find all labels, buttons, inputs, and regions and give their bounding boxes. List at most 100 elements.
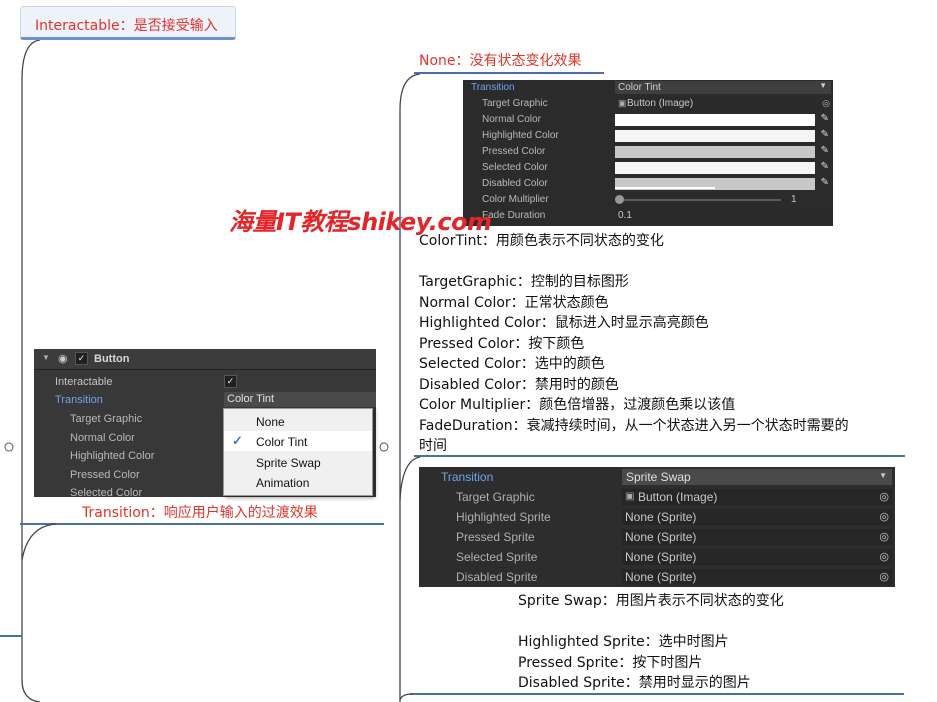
- target-graphic-row[interactable]: Target Graphic ▣ Button (Image) ◎: [463, 96, 833, 112]
- transition-value: Color Tint: [618, 82, 661, 93]
- menu-item-sprite-swap[interactable]: Sprite Swap: [224, 452, 372, 472]
- sprite-branch-curve: [399, 456, 421, 501]
- selected-color-label: Selected Color: [482, 162, 548, 173]
- desc-line: TargetGraphic：控制的目标图形: [419, 274, 629, 290]
- desc-line: Disabled Color：禁用时的颜色: [419, 376, 619, 393]
- selected-color-swatch[interactable]: [615, 162, 815, 174]
- none-note: None：没有状态变化效果: [419, 53, 582, 69]
- target-graphic-row[interactable]: Target Graphic ▣ Button (Image) ◎: [419, 487, 895, 507]
- highlighted-color-swatch[interactable]: [615, 130, 815, 142]
- transition-dropdown-menu: None ✓ Color Tint Sprite Swap Animation: [223, 408, 373, 496]
- pressed-sprite-row[interactable]: Pressed Sprite None (Sprite) ◎: [419, 527, 895, 547]
- row-label: Target Graphic: [456, 490, 535, 504]
- object-picker-icon[interactable]: ◎: [879, 570, 889, 583]
- multiplier-slider-track[interactable]: [621, 199, 781, 201]
- normal-color-row[interactable]: Normal Color ✎: [463, 112, 833, 128]
- color-tint-panel: Transition Color Tint ▼ Target Graphic ▣…: [463, 80, 833, 226]
- eyedropper-icon[interactable]: ✎: [821, 177, 829, 188]
- object-picker-icon[interactable]: ◎: [879, 550, 889, 563]
- highlighted-color-label: Highlighted Color: [482, 130, 559, 141]
- object-field[interactable]: None (Sprite) ◎: [622, 549, 892, 565]
- object-picker-icon[interactable]: ◎: [879, 530, 889, 543]
- menu-item-label: Sprite Swap: [256, 456, 321, 470]
- eyedropper-icon[interactable]: ✎: [821, 113, 829, 124]
- transition-value: Color Tint: [227, 393, 275, 405]
- target-graphic-label: Target Graphic: [482, 98, 548, 109]
- right-branch-line: [399, 73, 421, 702]
- pressed-color-row[interactable]: Pressed Color ✎: [463, 144, 833, 160]
- transition-dropdown[interactable]: Color Tint: [224, 392, 376, 407]
- desc-line: Sprite Swap：用图片表示不同状态的变化: [518, 593, 784, 609]
- object-field[interactable]: ▣ Button (Image) ◎: [622, 489, 892, 505]
- transition-value: Sprite Swap: [626, 470, 691, 484]
- enabled-checkbox[interactable]: ✓: [75, 352, 88, 365]
- object-field[interactable]: None (Sprite) ◎: [622, 529, 892, 545]
- dropdown-arrow-icon: ▼: [819, 81, 827, 90]
- menu-item-animation[interactable]: Animation: [224, 472, 372, 492]
- color-tint-description: ColorTint：用颜色表示不同状态的变化 TargetGraphic：控制的…: [419, 231, 849, 457]
- fade-duration-value: 0.1: [618, 210, 632, 221]
- desc-line: [518, 612, 784, 633]
- object-picker-icon[interactable]: ◎: [879, 510, 889, 523]
- eyedropper-icon[interactable]: ✎: [821, 145, 829, 156]
- row-label: Pressed Color: [70, 469, 140, 481]
- sprite-swap-panel: Transition Sprite Swap ▼ Target Graphic …: [419, 467, 895, 587]
- menu-item-none[interactable]: None: [224, 411, 372, 431]
- row-label: Selected Color: [70, 487, 143, 497]
- field-value: Button (Image): [638, 490, 718, 504]
- interactable-note: Interactable：是否接受输入: [20, 6, 236, 40]
- highlighted-sprite-row[interactable]: Highlighted Sprite None (Sprite) ◎: [419, 507, 895, 527]
- image-icon: ▣: [618, 98, 627, 108]
- normal-color-label: Normal Color: [482, 114, 541, 125]
- menu-item-color-tint[interactable]: ✓ Color Tint: [224, 431, 372, 451]
- multiplier-value[interactable]: 1: [791, 194, 797, 205]
- desc-line: Disabled Sprite：禁用时显示的图片: [518, 675, 751, 691]
- foldout-arrow-icon[interactable]: ▼: [42, 353, 50, 362]
- disabled-color-row[interactable]: Disabled Color ✎: [463, 176, 833, 192]
- transition-row[interactable]: Transition Sprite Swap ▼: [419, 467, 895, 487]
- pressed-color-label: Pressed Color: [482, 146, 546, 157]
- field-value: None (Sprite): [625, 530, 697, 544]
- target-graphic-field[interactable]: ▣ Button (Image): [615, 97, 815, 110]
- transition-row[interactable]: Transition Color Tint ▼: [463, 80, 833, 96]
- desc-line: Highlighted Color：鼠标进入时显示高亮颜色: [419, 315, 709, 331]
- interactable-checkbox[interactable]: ✓: [224, 375, 237, 388]
- normal-color-swatch[interactable]: [615, 114, 815, 126]
- interactable-label: Interactable: [55, 376, 113, 388]
- object-picker-icon[interactable]: ◎: [879, 490, 889, 503]
- row-label: Highlighted Color: [70, 450, 155, 462]
- transition-note: Transition：响应用户输入的过渡效果: [82, 505, 318, 521]
- fade-duration-field[interactable]: 0.1: [615, 209, 831, 222]
- object-field[interactable]: None (Sprite) ◎: [622, 569, 892, 585]
- selected-color-row[interactable]: Selected Color ✎: [463, 160, 833, 176]
- fade-duration-row[interactable]: Fade Duration 0.1: [463, 208, 833, 224]
- highlighted-color-row[interactable]: Highlighted Color ✎: [463, 128, 833, 144]
- multiplier-slider-handle[interactable]: [615, 195, 624, 204]
- alpha-bar: [615, 187, 715, 189]
- pressed-color-swatch[interactable]: [615, 146, 815, 158]
- transition-branch-curve: [21, 523, 57, 561]
- disabled-sprite-row[interactable]: Disabled Sprite None (Sprite) ◎: [419, 567, 895, 587]
- checkmark-icon: ✓: [232, 433, 243, 448]
- image-icon: ▣: [625, 491, 635, 502]
- menu-item-label: Animation: [256, 476, 310, 490]
- transition-dropdown[interactable]: Color Tint ▼: [615, 81, 831, 94]
- eyedropper-icon[interactable]: ✎: [821, 129, 829, 140]
- sprite-swap-description: Sprite Swap：用图片表示不同状态的变化 Highlighted Spr…: [518, 591, 784, 694]
- transition-dropdown[interactable]: Sprite Swap ▼: [622, 469, 892, 485]
- object-field[interactable]: None (Sprite) ◎: [622, 509, 892, 525]
- component-title: Button: [94, 353, 130, 365]
- row-label: Selected Sprite: [456, 550, 538, 564]
- transition-label: Transition: [55, 394, 103, 406]
- desc-line: [419, 252, 849, 273]
- component-header[interactable]: ▼ ◉ ✓ Button: [34, 349, 376, 370]
- disabled-color-label: Disabled Color: [482, 178, 548, 189]
- eyedropper-icon[interactable]: ✎: [821, 161, 829, 172]
- color-multiplier-row[interactable]: Color Multiplier 1: [463, 192, 833, 208]
- component-icon: ◉: [58, 353, 68, 365]
- collapse-node: [4, 442, 14, 452]
- selected-sprite-row[interactable]: Selected Sprite None (Sprite) ◎: [419, 547, 895, 567]
- row-label: Normal Color: [70, 432, 135, 444]
- object-picker-icon[interactable]: ◎: [822, 98, 830, 109]
- field-value: None (Sprite): [625, 550, 697, 564]
